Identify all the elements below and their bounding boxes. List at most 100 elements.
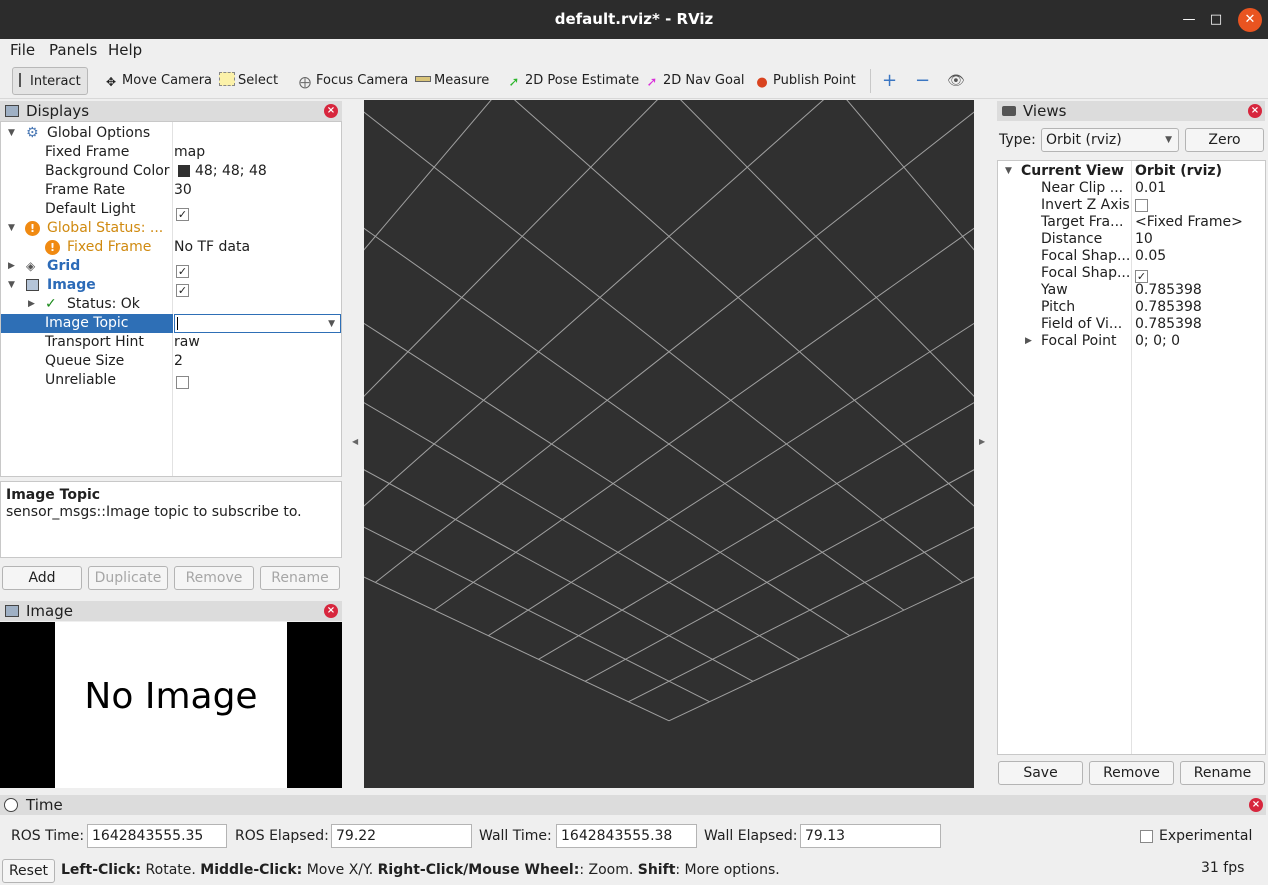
row-value[interactable]: raw: [174, 333, 200, 352]
close-icon[interactable]: ×: [1249, 798, 1263, 812]
grid-line: [513, 100, 974, 507]
select-box-icon: [219, 72, 235, 86]
display-row-global-status[interactable]: ▼ ! Global Status: ...: [1, 219, 341, 238]
display-row-fixed-frame[interactable]: Fixed Frame map: [1, 143, 341, 162]
rename-display-button[interactable]: Rename: [260, 566, 340, 590]
row-value[interactable]: 0; 0; 0: [1135, 332, 1180, 351]
display-row-image-topic[interactable]: Image Topic ▼: [1, 314, 341, 333]
dropdown-arrow-icon[interactable]: ▼: [328, 315, 335, 334]
display-row-frame-rate[interactable]: Frame Rate 30: [1, 181, 341, 200]
description-text: sensor_msgs::Image topic to subscribe to…: [6, 504, 302, 520]
status-hint: Left-Click: Rotate. Middle-Click: Move X…: [61, 862, 780, 878]
close-icon[interactable]: ×: [324, 104, 338, 118]
tool-measure[interactable]: Measure: [415, 67, 489, 95]
reset-button[interactable]: Reset: [2, 859, 55, 883]
display-row-global-options[interactable]: ▼ ⚙ Global Options: [1, 124, 341, 143]
row-value[interactable]: 30: [174, 181, 192, 200]
display-row-background-color[interactable]: Background Color 48; 48; 48: [1, 162, 341, 181]
grid-line: [364, 100, 658, 397]
display-row-status-ok[interactable]: ▶ ✓ Status: Ok: [1, 295, 341, 314]
minimize-icon[interactable]: —: [1177, 8, 1201, 32]
remove-tool-icon[interactable]: −: [915, 67, 930, 95]
display-row-unreliable[interactable]: Unreliable: [1, 371, 341, 390]
color-swatch[interactable]: [178, 165, 190, 177]
remove-view-button[interactable]: Remove: [1089, 761, 1174, 785]
display-row-image[interactable]: ▼ Image ✓: [1, 276, 341, 297]
close-window-icon[interactable]: ✕: [1238, 8, 1262, 32]
add-tool-icon[interactable]: +: [882, 67, 897, 95]
collapse-left-icon[interactable]: ◀: [352, 437, 358, 446]
monitor-icon: [5, 105, 19, 117]
row-label: Image Topic: [45, 315, 129, 331]
ros-elapsed-field[interactable]: 79.22: [331, 824, 472, 848]
tool-publish-point[interactable]: ● Publish Point: [754, 67, 855, 95]
grid-line: [364, 402, 800, 660]
save-view-button[interactable]: Save: [998, 761, 1083, 785]
tool-select[interactable]: Select: [219, 67, 278, 95]
collapse-right-icon[interactable]: ▶: [979, 437, 985, 446]
views-title: Views: [1023, 102, 1067, 120]
tool-interact[interactable]: Interact: [12, 67, 88, 95]
tool-2d-nav-goal[interactable]: ➚ 2D Nav Goal: [644, 67, 745, 95]
green-arrow-icon: ➚: [508, 75, 520, 90]
time-title: Time: [26, 796, 63, 814]
view-type-select[interactable]: Orbit (rviz) ▼: [1041, 128, 1179, 152]
rename-view-button[interactable]: Rename: [1180, 761, 1265, 785]
grid-line: [375, 111, 974, 583]
eye-icon[interactable]: 👁: [947, 67, 965, 95]
row-value[interactable]: 48; 48; 48: [195, 162, 267, 181]
hint-key: Shift: [637, 862, 676, 878]
close-icon[interactable]: ×: [324, 604, 338, 618]
view-row-focal-point[interactable]: ▶ Focal Point 0; 0; 0: [998, 332, 1265, 351]
invert-z-checkbox[interactable]: [1135, 199, 1148, 212]
fps-counter: 31 fps: [1201, 860, 1245, 876]
hint-text: : More options.: [675, 862, 780, 878]
wall-time-field[interactable]: 1642843555.38: [556, 824, 697, 848]
image-view: No Image: [0, 622, 342, 788]
wall-elapsed-label: Wall Elapsed:: [704, 828, 798, 844]
image-topic-combobox[interactable]: ▼: [174, 314, 341, 333]
display-row-transport-hint[interactable]: Transport Hint raw: [1, 333, 341, 352]
description-title: Image Topic: [6, 487, 101, 503]
row-label: Fixed Frame: [67, 239, 152, 255]
menu-panels[interactable]: Panels: [49, 41, 97, 59]
close-icon[interactable]: ×: [1248, 104, 1262, 118]
maximize-icon[interactable]: □: [1204, 8, 1228, 32]
chevron-right-icon: ▶: [1025, 336, 1032, 346]
zero-button[interactable]: Zero: [1185, 128, 1264, 152]
wall-elapsed-field[interactable]: 79.13: [800, 824, 941, 848]
display-row-status-fixed-frame[interactable]: ! Fixed Frame No TF data: [1, 238, 341, 257]
tool-2d-pose-estimate-label: 2D Pose Estimate: [525, 73, 640, 88]
display-row-queue-size[interactable]: Queue Size 2: [1, 352, 341, 371]
displays-title: Displays: [26, 102, 90, 120]
display-row-default-light[interactable]: Default Light ✓: [1, 200, 341, 221]
experimental-label: Experimental: [1159, 828, 1253, 844]
render-viewport[interactable]: [364, 100, 974, 788]
tool-2d-pose-estimate[interactable]: ➚ 2D Pose Estimate: [506, 67, 640, 95]
row-label: Status: Ok: [67, 296, 140, 312]
menu-help[interactable]: Help: [108, 41, 142, 59]
menu-file[interactable]: File: [10, 41, 35, 59]
row-label: Global Status: ...: [47, 220, 164, 236]
unreliable-checkbox[interactable]: [176, 376, 189, 389]
chevron-down-icon: ▼: [8, 223, 15, 233]
hint-key: Middle-Click:: [200, 862, 303, 878]
experimental-checkbox[interactable]: [1140, 830, 1153, 843]
toolbar: Interact ✥ Move Camera Select ⨁ Focus Came…: [0, 63, 1268, 99]
remove-display-button[interactable]: Remove: [174, 566, 254, 590]
row-value: No TF data: [174, 239, 251, 255]
magenta-arrow-icon: ➚: [646, 75, 658, 90]
ros-time-field[interactable]: 1642843555.35: [87, 824, 227, 848]
displays-tree: ▼ ⚙ Global Options Fixed Frame map Backg…: [0, 121, 342, 477]
tool-move-camera[interactable]: ✥ Move Camera: [103, 67, 212, 95]
view-type-value: Orbit (rviz): [1046, 132, 1122, 148]
row-value[interactable]: 2: [174, 352, 183, 371]
duplicate-display-button[interactable]: Duplicate: [88, 566, 168, 590]
grid-line: [846, 100, 974, 251]
tool-focus-camera[interactable]: ⨁ Focus Camera: [297, 67, 408, 95]
row-label: Transport Hint: [45, 334, 144, 350]
row-value[interactable]: map: [174, 143, 205, 162]
display-row-grid[interactable]: ▶ ◈ Grid ✓: [1, 257, 341, 278]
add-display-button[interactable]: Add: [2, 566, 82, 590]
grid-display: [364, 100, 974, 722]
